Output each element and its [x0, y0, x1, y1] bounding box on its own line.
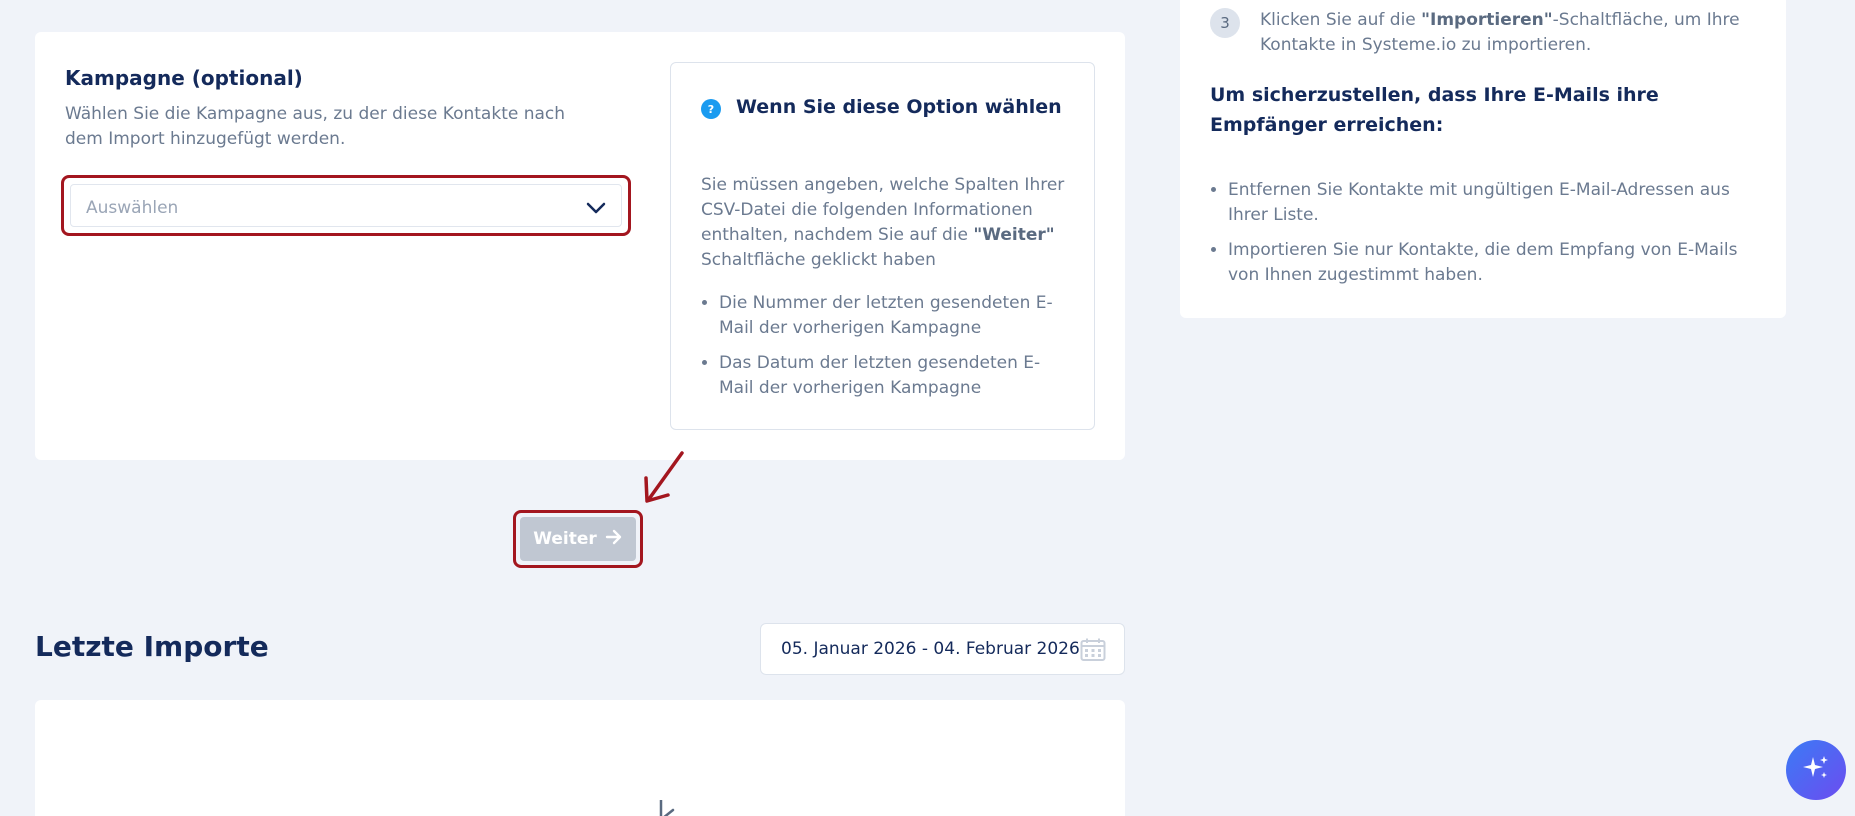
recent-imports-title: Letzte Importe [35, 630, 269, 663]
next-button[interactable]: Weiter [520, 517, 636, 561]
sparkle-icon [1801, 753, 1831, 787]
campaign-description: Wählen Sie die Kampagne aus, zu der dies… [65, 104, 566, 149]
info-title: Wenn Sie diese Option wählen [736, 96, 1062, 118]
step-text-bold: "Importieren" [1421, 10, 1553, 30]
next-button-label: Weiter [533, 529, 597, 549]
campaign-title: Kampagne (optional) [65, 66, 303, 90]
ai-assistant-button[interactable] [1786, 740, 1846, 800]
calendar-icon [1080, 638, 1106, 666]
list-item: Das Datum der letzten gesendeten E-Mail … [719, 351, 1069, 401]
deliverability-list: Entfernen Sie Kontakte mit ungültigen E-… [1228, 178, 1758, 298]
step-number: 3 [1210, 8, 1240, 38]
campaign-select[interactable]: Auswählen [70, 184, 622, 227]
list-item: Entfernen Sie Kontakte mit ungültigen E-… [1228, 178, 1758, 228]
steps-card: 3 Klicken Sie auf die "Importieren"-Scha… [1180, 0, 1786, 318]
step-text-1: Klicken Sie auf die [1260, 10, 1422, 30]
option-info-box: ? Wenn Sie diese Option wählen Sie müsse… [670, 62, 1095, 430]
next-button-highlight: Weiter [513, 510, 643, 568]
empty-state-icon [655, 798, 695, 816]
deliverability-title: Um sicherzustellen, dass Ihre E-Mails ih… [1210, 84, 1659, 136]
info-body-bold: "Weiter" [973, 225, 1055, 245]
annotation-arrow [644, 451, 684, 503]
campaign-select-placeholder: Auswählen [86, 198, 179, 218]
arrow-right-icon [605, 528, 623, 551]
date-range-value: 05. Januar 2026 - 04. Februar 2026 [781, 639, 1080, 659]
list-item: Importieren Sie nur Kontakte, die dem Em… [1228, 238, 1758, 288]
info-list: Die Nummer der letzten gesendeten E-Mail… [719, 291, 1069, 411]
step-text: Klicken Sie auf die "Importieren"-Schalt… [1260, 8, 1750, 58]
date-range-picker[interactable]: 05. Januar 2026 - 04. Februar 2026 [760, 623, 1125, 675]
imports-card [35, 700, 1125, 816]
svg-text:?: ? [708, 103, 714, 116]
campaign-select-highlight: Auswählen [61, 175, 631, 236]
info-body: Sie müssen angeben, welche Spalten Ihrer… [701, 173, 1071, 273]
campaign-card: Kampagne (optional) Wählen Sie die Kampa… [35, 32, 1125, 460]
list-item: Die Nummer der letzten gesendeten E-Mail… [719, 291, 1069, 341]
chevron-down-icon [585, 197, 607, 223]
info-body-text-2: Schaltfläche geklickt haben [701, 250, 936, 270]
question-circle-icon: ? [701, 99, 721, 123]
